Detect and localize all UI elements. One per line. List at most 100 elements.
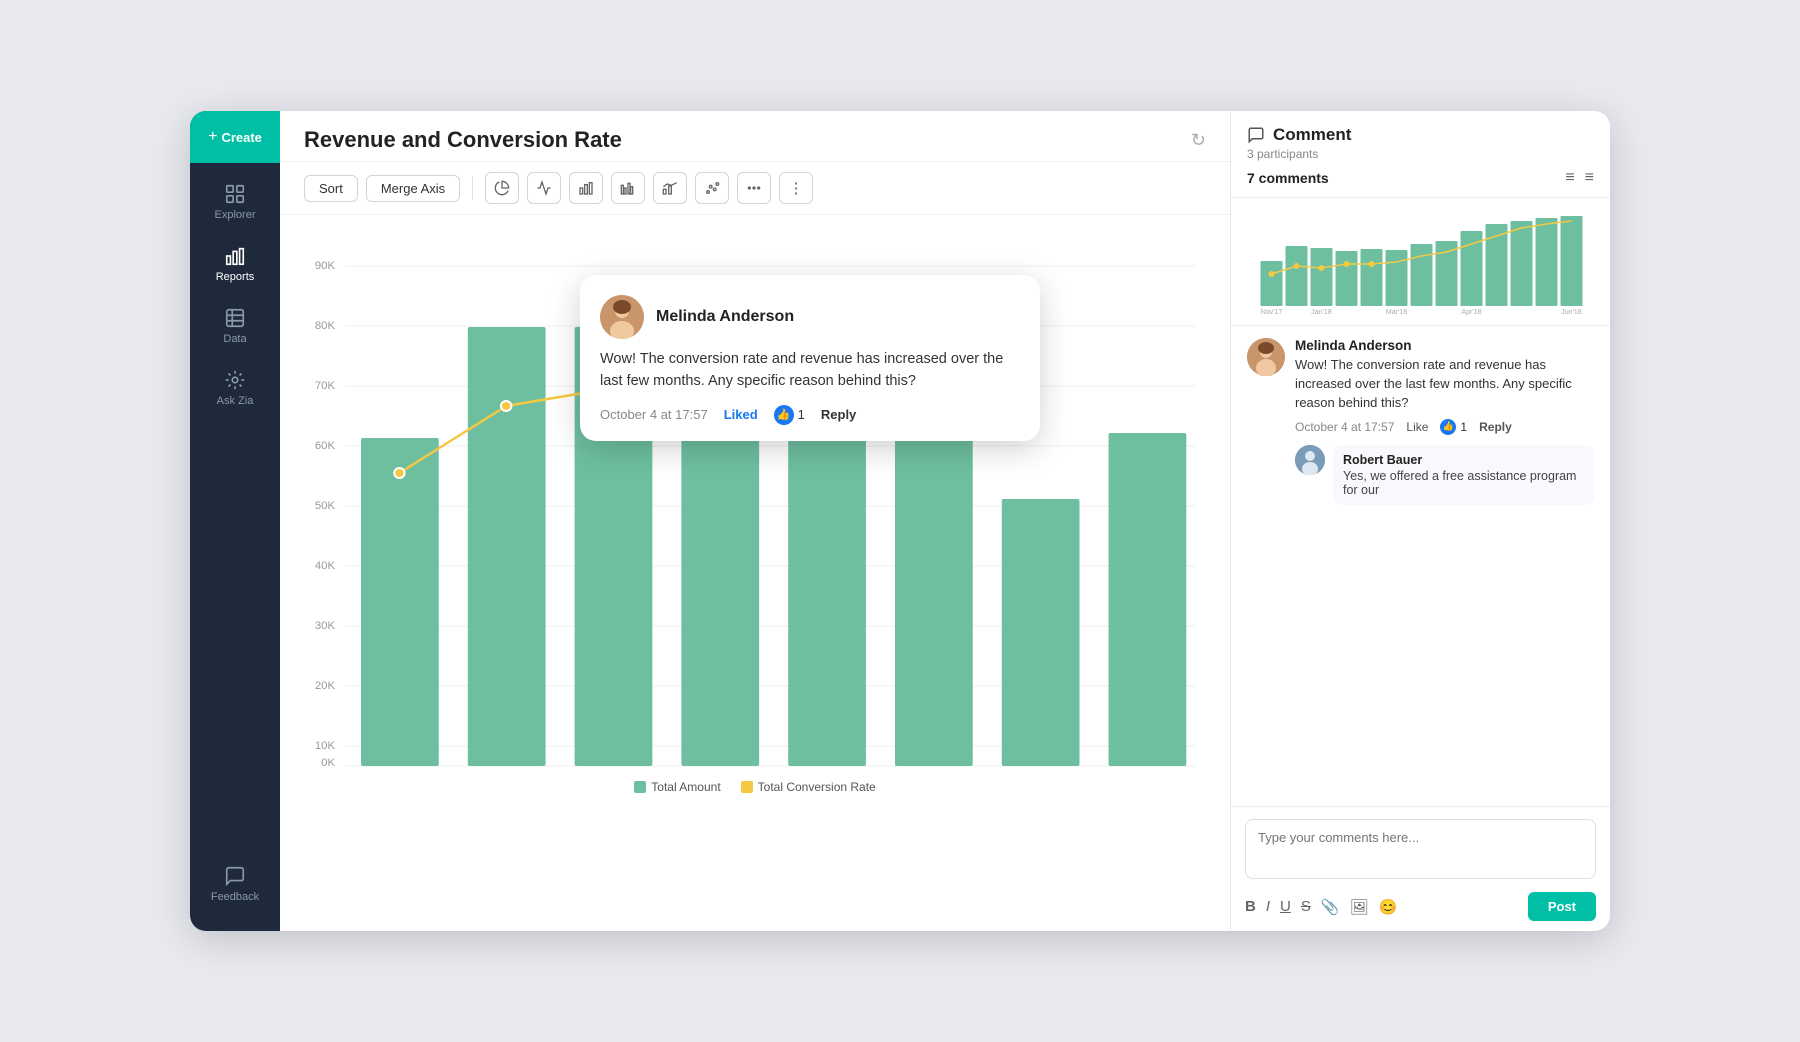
chart-type-scatter[interactable]	[695, 172, 729, 204]
create-button[interactable]: + Create	[190, 111, 280, 163]
commenter-name: Melinda Anderson	[1295, 338, 1594, 353]
chart-legend: Total Amount Total Conversion Rate	[304, 776, 1206, 804]
svg-text:Jun'18: Jun'18	[1561, 309, 1582, 316]
svg-text:40K: 40K	[315, 560, 336, 572]
reply-author: Robert Bauer	[1343, 453, 1584, 467]
sidebar-item-reports-label: Reports	[216, 271, 255, 283]
sort-button[interactable]: Sort	[304, 175, 358, 202]
reply-text: Yes, we offered a free assistance progra…	[1343, 469, 1584, 497]
sidebar-item-askzia[interactable]: Ask Zia	[190, 357, 280, 419]
filter-icon[interactable]: ≡	[1585, 169, 1594, 187]
tooltip-liked-button[interactable]: Liked	[724, 407, 758, 422]
svg-text:70K: 70K	[315, 380, 336, 392]
line-point-nov	[394, 468, 404, 478]
bar-jun2018	[1109, 433, 1187, 766]
panel-title-row: Comment	[1247, 125, 1594, 145]
mini-chart: Nov'17 Jan'18 Mar'18 Apr'18 Jun'18	[1231, 198, 1610, 326]
tooltip-comment: Wow! The conversion rate and revenue has…	[600, 349, 1016, 393]
comment-tooltip: Melinda Anderson Wow! The conversion rat…	[580, 275, 1040, 441]
image-button[interactable]: 🖼	[1350, 898, 1369, 916]
svg-text:20K: 20K	[315, 680, 336, 692]
chart-type-combo[interactable]	[653, 172, 687, 204]
like-number: 1	[798, 407, 805, 422]
chart-type-more[interactable]	[737, 172, 771, 204]
comment-reply-button[interactable]: Reply	[1479, 420, 1512, 434]
comment-input-toolbar: B I U S 📎 🖼 😊 Post	[1245, 892, 1596, 921]
svg-text:90K: 90K	[315, 260, 336, 272]
comment-like-icon: 👍	[1440, 419, 1456, 435]
legend-total-amount: Total Amount	[634, 780, 720, 794]
like-icon: 👍	[774, 405, 794, 425]
svg-text:Apr'18: Apr'18	[1461, 309, 1481, 316]
comment-textarea[interactable]	[1245, 819, 1596, 879]
reply-avatar	[1295, 445, 1325, 475]
tooltip-reply-button[interactable]: Reply	[821, 407, 856, 422]
toolbar-separator	[472, 176, 473, 200]
svg-text:60K: 60K	[315, 440, 336, 452]
bar-mar2018	[788, 422, 866, 766]
comment-timestamp: October 4 at 17:57	[1295, 420, 1394, 434]
sidebar-item-askzia-label: Ask Zia	[217, 395, 254, 407]
comment-like-number: 1	[1460, 420, 1467, 434]
panel-subtitle: 3 participants	[1247, 147, 1594, 161]
legend-total-amount-label: Total Amount	[651, 780, 720, 794]
create-label: Create	[221, 130, 261, 145]
panel-header: Comment 3 participants 7 comments ≡ ≡	[1231, 111, 1610, 198]
tooltip-user-row: Melinda Anderson	[600, 295, 1016, 339]
sidebar-bottom: Feedback	[190, 853, 280, 931]
main-content: Revenue and Conversion Rate ↻ Sort Merge…	[280, 111, 1230, 931]
sidebar-item-explorer-label: Explorer	[215, 209, 256, 221]
sort-icon[interactable]: ≡	[1565, 169, 1574, 187]
tooltip-avatar	[600, 295, 644, 339]
format-icons: B I U S 📎 🖼 😊	[1245, 898, 1397, 916]
panel-icons: ≡ ≡	[1565, 169, 1594, 187]
comment-body: Melinda Anderson Wow! The conversion rat…	[1295, 338, 1594, 505]
sidebar-item-feedback[interactable]: Feedback	[190, 853, 280, 915]
sidebar-item-explorer[interactable]: Explorer	[190, 171, 280, 233]
comment-input-area: B I U S 📎 🖼 😊 Post	[1231, 806, 1610, 931]
more-options-button[interactable]: ⋮	[779, 172, 813, 204]
tooltip-like-count: 👍 1	[774, 405, 805, 425]
comment-like-count: 👍 1	[1440, 419, 1467, 435]
comment-text: Wow! The conversion rate and revenue has…	[1295, 356, 1594, 413]
post-button[interactable]: Post	[1528, 892, 1596, 921]
comment-avatar	[1247, 338, 1285, 376]
bar-nov2017	[361, 438, 439, 766]
svg-text:Nov'17: Nov'17	[1261, 309, 1283, 316]
comment-icon	[1247, 126, 1265, 144]
tooltip-username: Melinda Anderson	[656, 308, 794, 326]
emoji-button[interactable]: 😊	[1379, 898, 1398, 916]
tooltip-footer: October 4 at 17:57 Liked 👍 1 Reply	[600, 405, 1016, 425]
reply-body: Robert Bauer Yes, we offered a free assi…	[1333, 445, 1594, 505]
mini-chart-svg: Nov'17 Jan'18 Mar'18 Apr'18 Jun'18	[1243, 206, 1598, 316]
svg-text:Jan'18: Jan'18	[1311, 309, 1332, 316]
merge-axis-button[interactable]: Merge Axis	[366, 175, 460, 202]
comments-count: 7 comments	[1247, 170, 1329, 186]
sidebar-item-reports[interactable]: Reports	[190, 233, 280, 295]
panel-title: Comment	[1273, 125, 1351, 145]
tooltip-timestamp: October 4 at 17:57	[600, 407, 708, 422]
svg-text:30K: 30K	[315, 620, 336, 632]
comment-item: Melinda Anderson Wow! The conversion rat…	[1247, 338, 1594, 505]
legend-conversion-rate-label: Total Conversion Rate	[758, 780, 876, 794]
sidebar-nav: Explorer Reports Data	[190, 163, 280, 853]
chart-type-pie[interactable]	[485, 172, 519, 204]
legend-total-amount-box	[634, 781, 646, 793]
sidebar-item-data-label: Data	[223, 333, 246, 345]
reply-item: Robert Bauer Yes, we offered a free assi…	[1295, 445, 1594, 505]
svg-text:Mar'18: Mar'18	[1386, 309, 1407, 316]
sidebar-item-data[interactable]: Data	[190, 295, 280, 357]
attach-button[interactable]: 📎	[1321, 898, 1340, 916]
comment-meta: October 4 at 17:57 Like 👍 1 Reply	[1295, 419, 1594, 435]
chart-type-grouped-bar[interactable]	[611, 172, 645, 204]
strikethrough-button[interactable]: S	[1301, 898, 1311, 916]
bold-button[interactable]: B	[1245, 898, 1256, 916]
bar-dec2017	[468, 327, 546, 766]
comment-like-button[interactable]: Like	[1406, 420, 1428, 434]
chart-type-line[interactable]	[527, 172, 561, 204]
refresh-icon[interactable]: ↻	[1191, 130, 1206, 151]
comments-list: Melinda Anderson Wow! The conversion rat…	[1231, 326, 1610, 806]
chart-type-bar[interactable]	[569, 172, 603, 204]
underline-button[interactable]: U	[1280, 898, 1291, 916]
italic-button[interactable]: I	[1266, 898, 1270, 916]
